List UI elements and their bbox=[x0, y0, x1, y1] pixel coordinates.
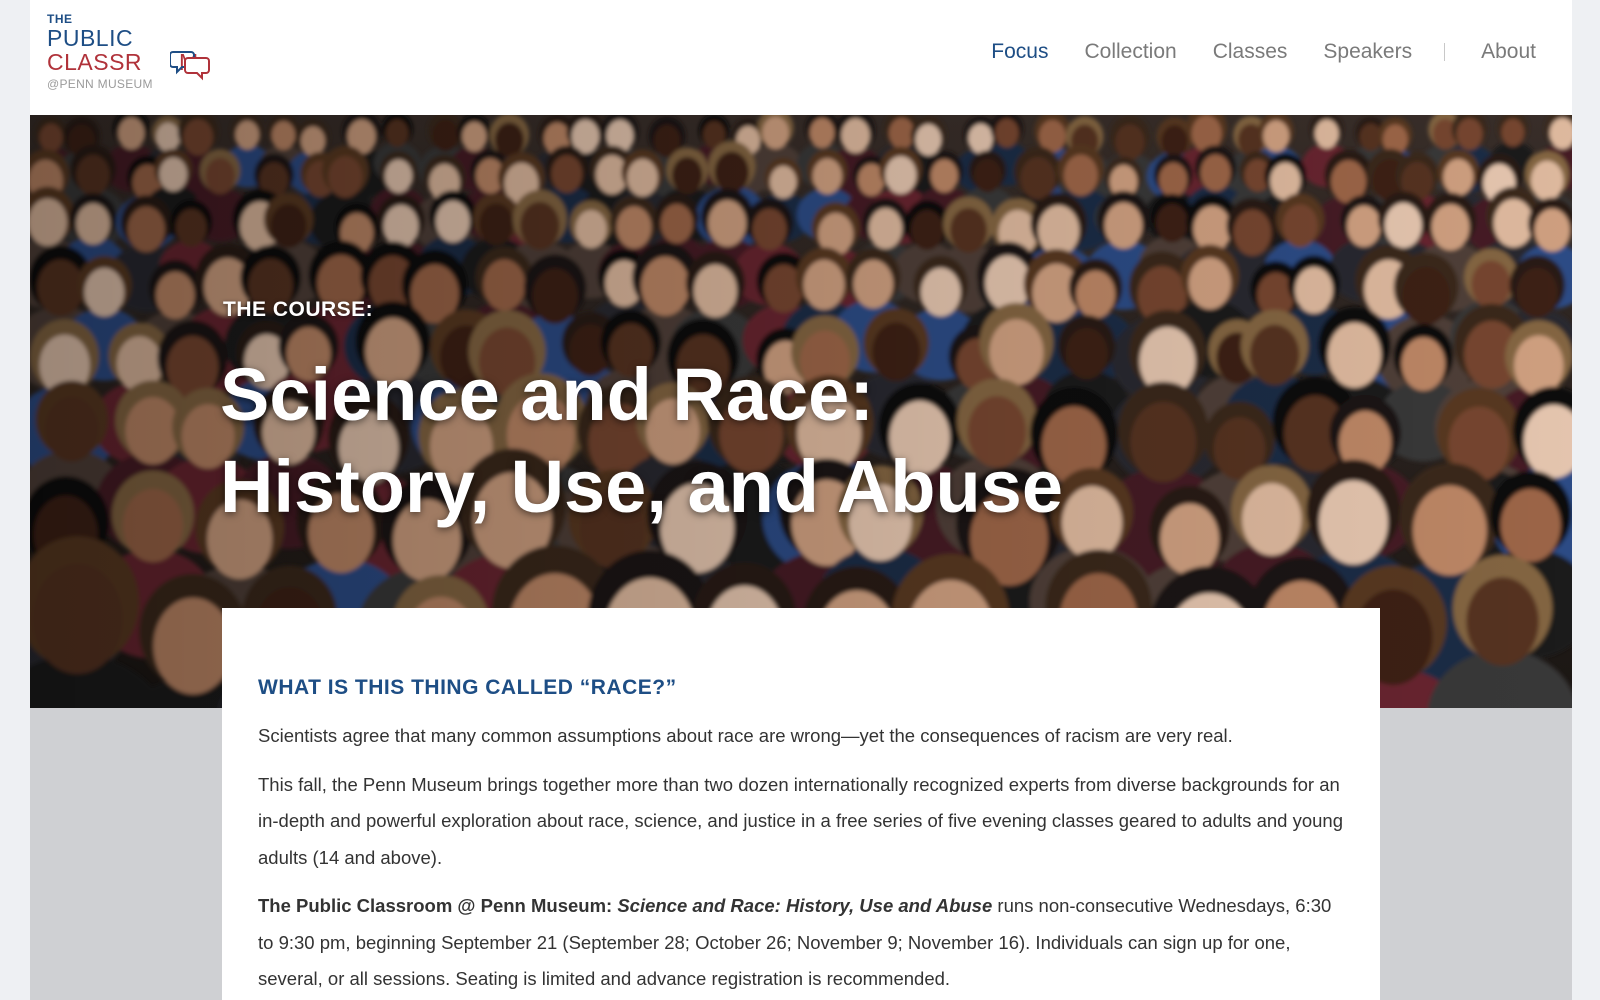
program-name: The Public Classroom @ Penn Museum: bbox=[258, 895, 618, 916]
section-heading: WHAT IS THIS THING CALLED “RACE?” bbox=[258, 676, 677, 699]
site-logo[interactable]: THE PUBLIC CLASSRM @PENN MUSEUM bbox=[47, 12, 232, 92]
site-header: THE PUBLIC CLASSRM @PENN MUSEUM Focus Co… bbox=[30, 0, 1572, 115]
speech-bubbles-icon bbox=[170, 51, 210, 81]
nav-divider bbox=[1444, 43, 1446, 61]
nav-item-classes[interactable]: Classes bbox=[1213, 40, 1288, 64]
main-nav: Focus Collection Classes Speakers About bbox=[955, 40, 1536, 64]
intro-paragraph: Scientists agree that many common assump… bbox=[258, 725, 1233, 746]
course-title-line-1: Science and Race: bbox=[220, 353, 874, 436]
course-title: Science and Race: History, Use, and Abus… bbox=[220, 349, 1120, 533]
nav-item-collection[interactable]: Collection bbox=[1084, 40, 1176, 64]
nav-item-focus[interactable]: Focus bbox=[991, 40, 1048, 64]
nav-item-speakers[interactable]: Speakers bbox=[1323, 40, 1412, 64]
content-card: WHAT IS THIS THING CALLED “RACE?” Scient… bbox=[222, 608, 1380, 1000]
course-kicker: THE COURSE: bbox=[223, 298, 374, 321]
schedule-paragraph: The Public Classroom @ Penn Museum: Scie… bbox=[258, 888, 1344, 998]
page: THE PUBLIC CLASSRM @PENN MUSEUM Focus Co… bbox=[30, 0, 1572, 1000]
course-name: Science and Race: History, Use and Abuse bbox=[617, 895, 993, 916]
course-title-line-2: History, Use, and Abuse bbox=[220, 445, 1063, 528]
logo-public-text: PUBLIC bbox=[47, 25, 134, 51]
logo-the-text: THE bbox=[47, 12, 73, 26]
logo-penn-museum-text: @PENN MUSEUM bbox=[47, 77, 153, 91]
description-paragraph: This fall, the Penn Museum brings togeth… bbox=[258, 773, 1343, 868]
nav-item-about[interactable]: About bbox=[1481, 40, 1536, 64]
